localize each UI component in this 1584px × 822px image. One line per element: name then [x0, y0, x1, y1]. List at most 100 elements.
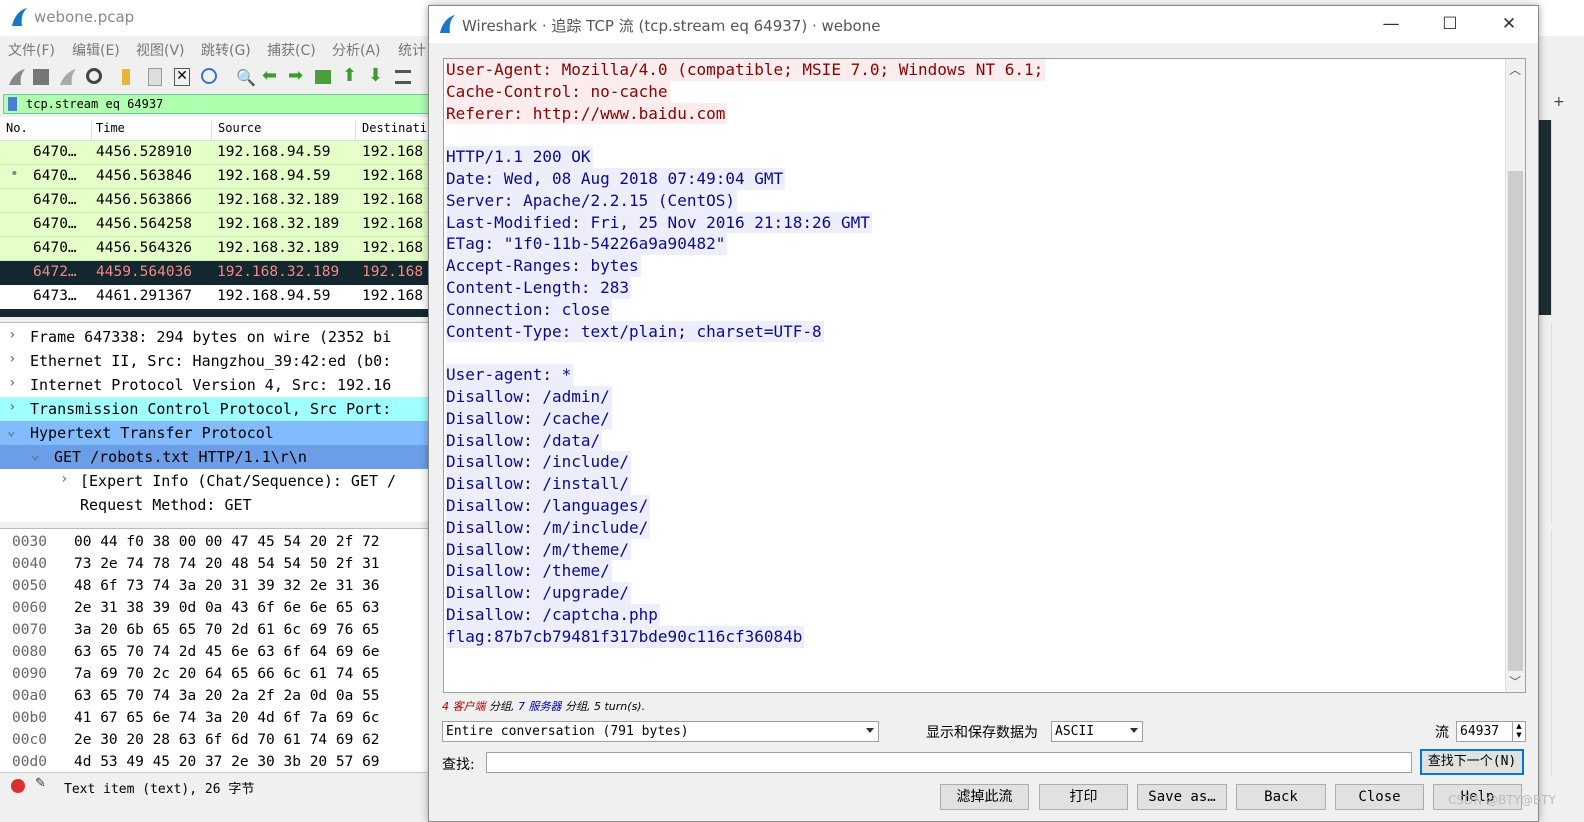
- reload-icon[interactable]: [201, 68, 217, 84]
- column-header-no[interactable]: No.: [6, 121, 92, 141]
- bytes-hex: 48 6f 73 74 3a 20 31 39 32 2e 31 36: [74, 578, 380, 594]
- go-back-icon[interactable]: ⬅: [262, 67, 280, 86]
- restart-capture-icon[interactable]: [59, 68, 77, 86]
- expert-info-icon[interactable]: [11, 779, 25, 793]
- go-first-icon[interactable]: ⬆: [342, 67, 360, 86]
- expand-arrow-icon[interactable]: ›: [8, 351, 16, 367]
- bookmark-icon[interactable]: [8, 97, 17, 111]
- expand-arrow-icon[interactable]: ›: [60, 471, 68, 487]
- filter-out-stream-button[interactable]: 滤掉此流: [940, 784, 1029, 810]
- bytes-offset: 0050: [12, 578, 47, 594]
- bytes-row[interactable]: 00c0 2e 30 20 28 63 6f 6d 70 61 74 69 62: [0, 729, 433, 751]
- server-data-line: Disallow: /m/include/: [446, 516, 1045, 539]
- display-filter-bar[interactable]: tcp.stream eq 64937: [3, 94, 433, 114]
- menu-statistics[interactable]: 统计: [398, 40, 426, 60]
- column-header-source[interactable]: Source: [218, 121, 356, 141]
- bytes-row[interactable]: 00a0 63 65 70 74 3a 20 2a 2f 2a 0d 0a 55: [0, 685, 433, 707]
- close-file-icon[interactable]: ✕: [174, 68, 190, 86]
- menu-capture[interactable]: 捕获(C): [267, 40, 316, 60]
- packet-row-selected[interactable]: 6472… 4459.564036 192.168.32.189 192.168: [0, 261, 433, 285]
- packet-details-scrollbar[interactable]: [1551, 323, 1568, 523]
- packet-row[interactable]: 6470… 4456.564326 192.168.32.189 192.168: [0, 237, 433, 261]
- stream-content-area[interactable]: User-Agent: Mozilla/4.0 (compatible; MSI…: [443, 58, 1526, 693]
- detail-row-expert[interactable]: › [Expert Info (Chat/Sequence): GET /: [0, 469, 433, 493]
- maximize-icon[interactable]: ☐: [1438, 14, 1462, 34]
- print-button[interactable]: 打印: [1039, 784, 1128, 810]
- minimize-icon[interactable]: —: [1379, 14, 1403, 34]
- packet-bytes-scrollbar[interactable]: [1551, 530, 1568, 775]
- bytes-row[interactable]: 00d0 4d 53 49 45 20 37 2e 30 3b 20 57 69: [0, 751, 433, 772]
- find-input[interactable]: [486, 752, 1412, 773]
- packet-row[interactable]: 6470… 4456.564258 192.168.32.189 192.168: [0, 213, 433, 237]
- edit-comment-icon[interactable]: ✎: [35, 776, 46, 791]
- stream-number-spinbox[interactable]: 64937 ▲ ▼: [1456, 721, 1526, 742]
- packet-row-partial[interactable]: [0, 309, 433, 317]
- client-packet-count: 4: [442, 700, 449, 713]
- go-forward-icon[interactable]: ➡: [288, 67, 306, 86]
- scroll-down-arrow-icon[interactable]: ﹀: [1509, 673, 1521, 690]
- collapse-arrow-icon[interactable]: ⌄: [7, 423, 15, 439]
- detail-text: Frame 647338: 294 bytes on wire (2352 bi: [30, 328, 392, 346]
- open-file-icon[interactable]: [122, 69, 130, 85]
- packet-row[interactable]: • 6470… 4456.563846 192.168.94.59 192.16…: [0, 165, 433, 189]
- capture-options-icon[interactable]: [86, 68, 102, 84]
- expand-arrow-icon[interactable]: ›: [8, 399, 16, 415]
- find-packet-icon[interactable]: 🔍: [236, 68, 256, 87]
- detail-row-ip[interactable]: › Internet Protocol Version 4, Src: 192.…: [0, 373, 433, 397]
- save-file-icon[interactable]: [148, 68, 162, 86]
- bytes-row[interactable]: 0050 48 6f 73 74 3a 20 31 39 32 2e 31 36: [0, 575, 433, 597]
- spin-buttons[interactable]: ▲ ▼: [1512, 722, 1525, 741]
- expand-arrow-icon[interactable]: ›: [8, 327, 16, 343]
- stop-capture-icon[interactable]: [33, 69, 49, 85]
- detail-row-get[interactable]: ⌄ GET /robots.txt HTTP/1.1\r\n: [0, 445, 433, 469]
- autoscroll-icon[interactable]: [395, 70, 411, 84]
- packet-row[interactable]: 6473… 4461.291367 192.168.94.59 192.168: [0, 285, 433, 309]
- expand-arrow-icon[interactable]: ›: [8, 375, 16, 391]
- packet-row[interactable]: 6470… 4456.528910 192.168.94.59 192.168: [0, 141, 433, 165]
- back-button[interactable]: Back: [1236, 784, 1326, 810]
- packet-row[interactable]: 6470… 4456.563866 192.168.32.189 192.168: [0, 189, 433, 213]
- column-header-time[interactable]: Time: [96, 121, 212, 141]
- display-filter-input[interactable]: tcp.stream eq 64937: [26, 97, 163, 111]
- bytes-row[interactable]: 0070 3a 20 6b 65 65 70 2d 61 6c 69 76 65: [0, 619, 433, 641]
- find-next-button[interactable]: 查找下一个(N): [1420, 749, 1524, 775]
- add-pane-icon[interactable]: +: [1553, 94, 1565, 110]
- scroll-up-arrow-icon[interactable]: ︿: [1509, 61, 1521, 78]
- menu-go[interactable]: 跳转(G): [201, 40, 251, 60]
- detail-row-http[interactable]: ⌄ Hypertext Transfer Protocol: [0, 421, 433, 445]
- menu-edit[interactable]: 编辑(E): [72, 40, 120, 60]
- save-as-button[interactable]: Save as…: [1137, 784, 1227, 810]
- collapse-arrow-icon[interactable]: ⌄: [31, 447, 39, 463]
- detail-row-frame[interactable]: › Frame 647338: 294 bytes on wire (2352 …: [0, 325, 433, 349]
- bytes-row[interactable]: 0040 73 2e 74 78 74 20 48 54 54 50 2f 31: [0, 553, 433, 575]
- show-as-select[interactable]: ASCII: [1051, 721, 1143, 742]
- close-icon[interactable]: ✕: [1497, 14, 1521, 34]
- bytes-row[interactable]: 0030 00 44 f0 38 00 00 47 45 54 20 2f 72: [0, 531, 433, 553]
- detail-row-tcp[interactable]: › Transmission Control Protocol, Src Por…: [0, 397, 433, 421]
- scrollbar-thumb[interactable]: [1508, 171, 1523, 671]
- packet-no: 6470…: [33, 192, 77, 208]
- bytes-row[interactable]: 0080 63 65 70 74 2d 45 6e 63 6f 64 69 6e: [0, 641, 433, 663]
- stream-vertical-scrollbar[interactable]: ︿ ﹀: [1505, 59, 1525, 692]
- packet-list-scrollbar[interactable]: [1551, 120, 1568, 315]
- menu-view[interactable]: 视图(V): [136, 40, 185, 60]
- bytes-offset: 0030: [12, 534, 47, 550]
- bytes-hex: 00 44 f0 38 00 00 47 45 54 20 2f 72: [74, 534, 380, 550]
- detail-row-method[interactable]: Request Method: GET: [0, 493, 433, 517]
- menu-file[interactable]: 文件(F): [8, 40, 55, 60]
- close-button[interactable]: Close: [1335, 784, 1424, 810]
- start-capture-icon[interactable]: [8, 68, 26, 86]
- status-bar: ✎ Text item (text), 26 字节: [0, 772, 433, 798]
- conversation-select[interactable]: Entire conversation (791 bytes): [442, 721, 879, 742]
- detail-row-ethernet[interactable]: › Ethernet II, Src: Hangzhou_39:42:ed (b…: [0, 349, 433, 373]
- stream-line-text: Disallow: /cache/: [446, 407, 612, 430]
- server-data-line: Connection: close: [446, 298, 1045, 321]
- go-to-packet-icon[interactable]: [315, 70, 331, 84]
- bytes-row[interactable]: 0060 2e 31 38 39 0d 0a 43 6f 6e 6e 65 63: [0, 597, 433, 619]
- bytes-row[interactable]: 00b0 41 67 65 6e 74 3a 20 4d 6f 7a 69 6c: [0, 707, 433, 729]
- go-last-icon[interactable]: ⬇: [368, 67, 386, 86]
- column-header-destination[interactable]: Destinati: [362, 121, 433, 141]
- menu-analyze[interactable]: 分析(A): [332, 40, 381, 60]
- packet-time: 4456.564326: [96, 240, 193, 256]
- bytes-row[interactable]: 0090 7a 69 70 2c 20 64 65 66 6c 61 74 65: [0, 663, 433, 685]
